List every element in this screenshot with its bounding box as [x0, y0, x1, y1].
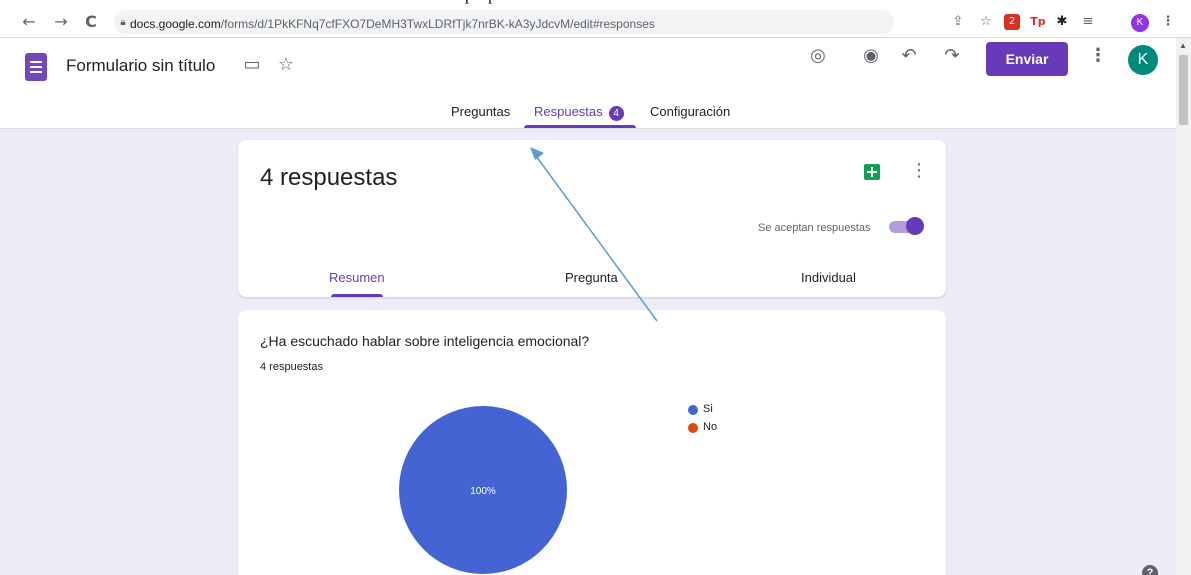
- folder-icon[interactable]: ▭: [240, 53, 264, 77]
- url-text[interactable]: docs.google.com/forms/d/1PkKFNq7cfFXO7De…: [130, 17, 655, 31]
- legend-dot-si: [688, 405, 698, 415]
- share-icon[interactable]: ⇪: [950, 14, 966, 30]
- forward-icon[interactable]: →: [52, 13, 70, 31]
- preview-eye-icon[interactable]: ◉: [859, 44, 883, 68]
- tab-preguntas[interactable]: Preguntas: [451, 104, 510, 119]
- responses-more-icon[interactable]: ⋮: [910, 160, 928, 181]
- response-count-badge: 4: [608, 106, 624, 121]
- scrollbar[interactable]: ▲: [1176, 38, 1191, 575]
- caption-text: p a p: [465, 0, 496, 5]
- scroll-thumb[interactable]: [1179, 55, 1188, 125]
- legend-label-no: No: [703, 421, 718, 433]
- subtab-indicator: [331, 294, 383, 297]
- question-summary-card: ¿Ha escuchado hablar sobre inteligencia …: [238, 310, 946, 575]
- sheets-link-icon[interactable]: [864, 164, 880, 180]
- active-tab-indicator: [524, 125, 636, 128]
- bookmark-star-icon[interactable]: ☆: [978, 14, 994, 30]
- pie-data-label: 100%: [470, 486, 496, 497]
- lock-icon[interactable]: 🔒︎: [115, 15, 131, 31]
- pie-chart: 100%: [399, 406, 567, 574]
- media-icon[interactable]: ≡: [1080, 14, 1096, 30]
- toggle-knob[interactable]: [906, 217, 924, 235]
- extension-tp-icon[interactable]: Tp: [1030, 14, 1046, 30]
- form-title[interactable]: Formulario sin título: [66, 56, 215, 76]
- reload-icon[interactable]: C: [82, 13, 100, 31]
- redo-icon[interactable]: ↷: [940, 44, 964, 68]
- more-options-icon[interactable]: ⋮: [1086, 44, 1110, 68]
- accepting-responses-label: Se aceptan respuestas: [758, 222, 871, 234]
- tab-respuestas[interactable]: Respuestas 4: [534, 104, 624, 121]
- puzzle-icon[interactable]: ✱: [1054, 14, 1070, 30]
- help-icon[interactable]: ?: [1142, 565, 1158, 575]
- back-icon[interactable]: ←: [20, 13, 38, 31]
- subtab-pregunta[interactable]: Pregunta: [565, 270, 618, 285]
- avatar[interactable]: K: [1128, 45, 1158, 75]
- send-button[interactable]: Enviar: [986, 42, 1068, 76]
- menu-icon[interactable]: ⋮: [1160, 14, 1176, 30]
- legend-label-si: Si: [703, 403, 713, 415]
- undo-icon[interactable]: ↶: [897, 44, 921, 68]
- subtab-resumen[interactable]: Resumen: [329, 270, 385, 285]
- tab-configuracion[interactable]: Configuración: [650, 104, 730, 119]
- star-icon[interactable]: ☆: [274, 53, 298, 77]
- responses-count-title: 4 respuestas: [260, 164, 398, 191]
- palette-icon[interactable]: ◎: [806, 44, 830, 68]
- tab-respuestas-label: Respuestas: [534, 104, 603, 119]
- legend-dot-no: [688, 423, 698, 433]
- scroll-up-arrow-icon[interactable]: ▲: [1179, 41, 1187, 50]
- extension-icon[interactable]: 2: [1004, 14, 1020, 30]
- subtab-individual[interactable]: Individual: [801, 270, 856, 285]
- forms-header: Formulario sin título ▭ ☆ ◎ ◉ ↶ ↷ Enviar…: [0, 38, 1176, 129]
- responses-summary-card: 4 respuestas ⋮ Se aceptan respuestas Res…: [238, 140, 946, 297]
- profile-chip[interactable]: K: [1131, 14, 1149, 32]
- browser-toolbar: ← → C 🔒︎ docs.google.com/forms/d/1PkKFNq…: [0, 6, 1191, 38]
- forms-logo-icon[interactable]: [25, 53, 47, 81]
